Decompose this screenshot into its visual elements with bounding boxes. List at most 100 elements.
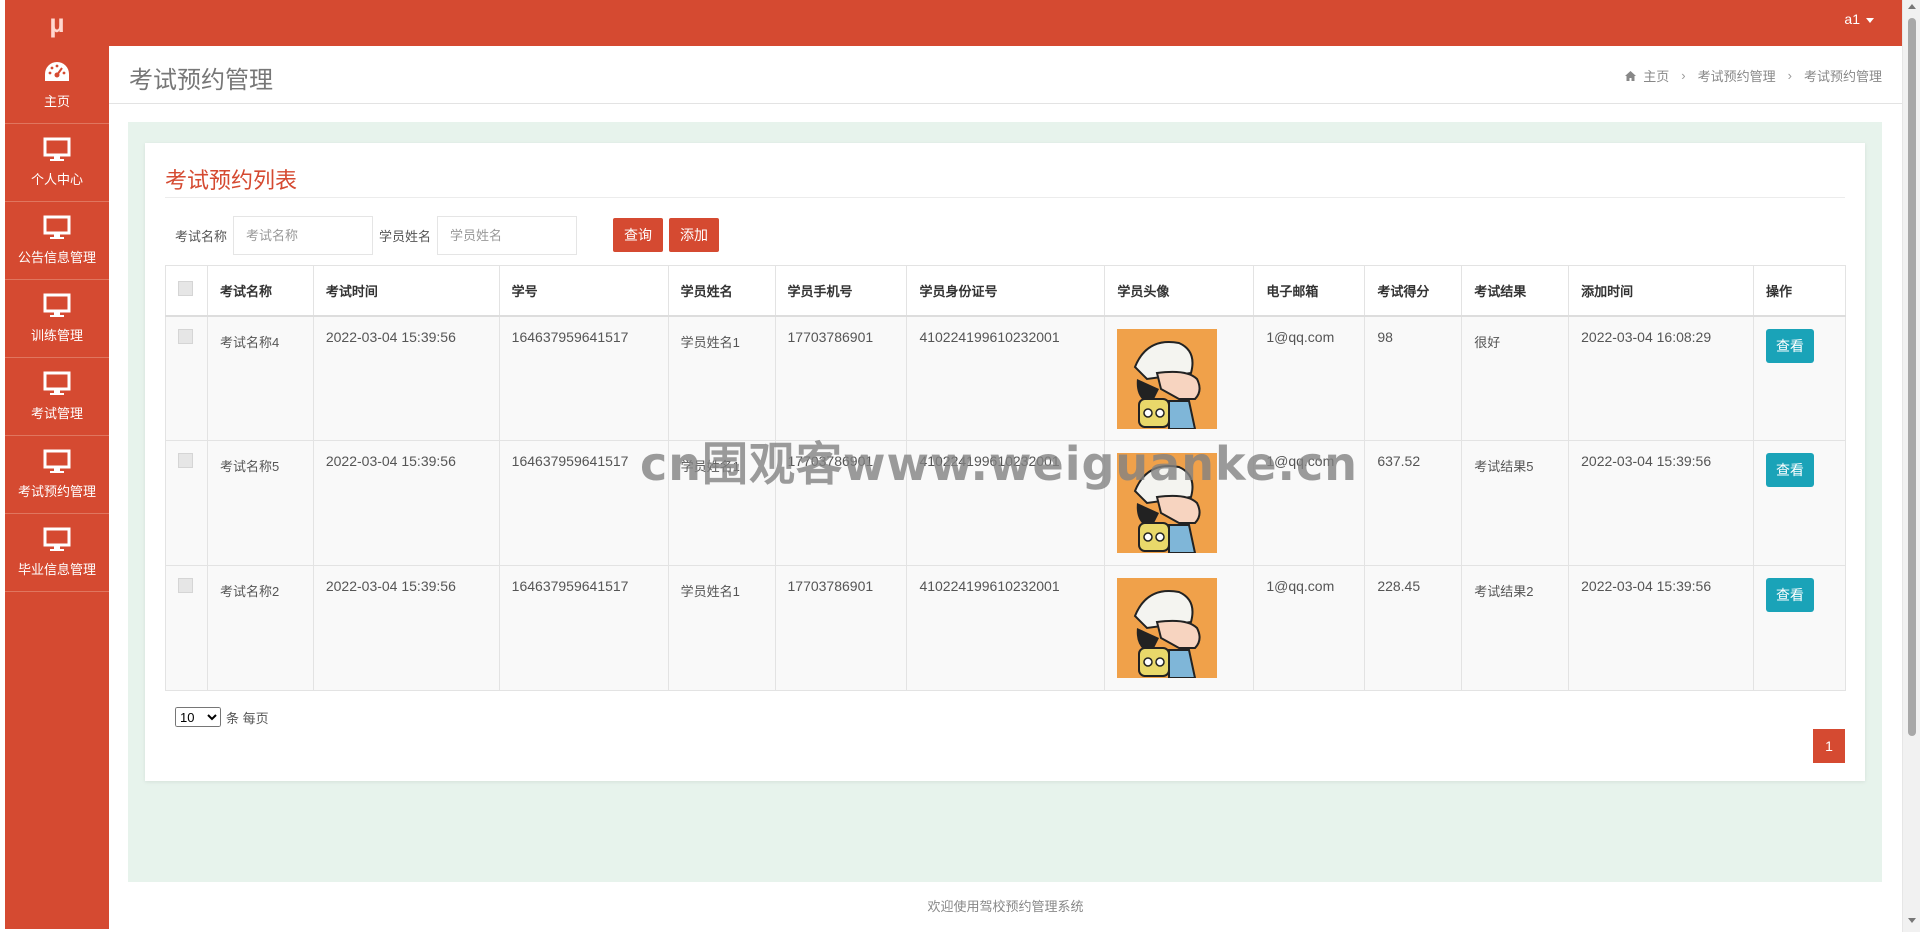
top-navbar: µ a1	[5, 0, 1902, 46]
action-cell: 查看	[1752, 440, 1847, 566]
breadcrumb: 主页 › 考试预约管理 › 考试预约管理	[1624, 66, 1882, 85]
exam-time-cell: 2022-03-04 15:39:56	[312, 440, 500, 566]
row-select-cell	[165, 315, 208, 441]
student-name-label: 学员姓名	[379, 228, 432, 244]
breadcrumb-current: 考试预约管理	[1803, 69, 1882, 84]
action-cell: 查看	[1752, 315, 1847, 441]
monitor-icon	[43, 137, 71, 163]
phone-cell: 17703786901	[774, 315, 908, 441]
sidebar-item-notice[interactable]: 公告信息管理	[5, 202, 109, 280]
select-all-checkbox[interactable]	[178, 281, 193, 297]
vertical-scrollbar[interactable]	[1902, 0, 1920, 932]
phone-cell: 17703786901	[774, 440, 908, 566]
avatar	[1117, 453, 1218, 553]
sidebar-item-profile[interactable]: 个人中心	[5, 124, 109, 202]
scroll-up-icon[interactable]	[1908, 4, 1916, 9]
exam-name-cell: 考试名称2	[206, 565, 314, 691]
column-header[interactable]: 考试得分	[1364, 265, 1463, 317]
page-size-suffix: 条 每页	[226, 710, 269, 726]
email-cell: 1@qq.com	[1253, 565, 1366, 691]
student-no-cell: 164637959641517	[498, 315, 669, 441]
caret-down-icon	[1866, 17, 1874, 23]
sidebar-item-label: 考试管理	[30, 406, 83, 421]
view-button[interactable]: 查看	[1765, 578, 1814, 612]
avatar	[1117, 578, 1218, 678]
student-no-cell: 164637959641517	[498, 565, 669, 691]
result-cell: 考试结果5	[1461, 440, 1570, 566]
monitor-icon	[43, 293, 71, 319]
add-button[interactable]: 添加	[669, 218, 720, 252]
scrollbar-thumb[interactable]	[1908, 18, 1916, 736]
query-button[interactable]: 查询	[613, 218, 664, 252]
avatar-cell	[1104, 565, 1255, 691]
column-header[interactable]: 学员手机号	[774, 265, 908, 317]
page-title: 考试预约管理	[129, 67, 273, 94]
exam-name-input[interactable]	[233, 215, 374, 255]
breadcrumb-home[interactable]: 主页	[1643, 66, 1669, 85]
score-cell: 98	[1364, 315, 1463, 441]
row-select-cell	[165, 565, 208, 691]
column-header: 操作	[1752, 265, 1847, 317]
added-time-cell: 2022-03-04 15:39:56	[1568, 440, 1754, 566]
sidebar-item-graduation[interactable]: 毕业信息管理	[5, 514, 109, 592]
username: a1	[1844, 11, 1860, 27]
exam-name-cell: 考试名称5	[206, 440, 314, 566]
sidebar-item-exam[interactable]: 考试管理	[5, 358, 109, 436]
score-cell: 637.52	[1364, 440, 1463, 566]
id-card-cell: 410224199610232001	[906, 565, 1106, 691]
column-header[interactable]: 学员头像	[1104, 265, 1255, 317]
column-header[interactable]: 学号	[498, 265, 669, 317]
column-header[interactable]: 电子邮箱	[1253, 265, 1366, 317]
breadcrumb-item[interactable]: 考试预约管理	[1698, 66, 1776, 85]
action-cell: 查看	[1752, 565, 1847, 691]
search-form: 考试名称 学员姓名 查询 添加	[175, 215, 720, 255]
phone-cell: 17703786901	[774, 565, 908, 691]
exam-booking-table: 考试名称 考试时间 学号 学员姓名 学员手机号 学员身份证号 学员头像 电子邮箱…	[165, 265, 1847, 691]
column-header[interactable]: 学员姓名	[667, 265, 776, 317]
panel-title: 考试预约列表	[165, 168, 298, 193]
page-header: 考试预约管理 主页 › 考试预约管理 › 考试预约管理	[109, 46, 1902, 104]
added-time-cell: 2022-03-04 15:39:56	[1568, 565, 1754, 691]
exam-name-cell: 考试名称4	[206, 315, 314, 441]
column-header[interactable]: 学员身份证号	[906, 265, 1106, 317]
avatar	[1117, 328, 1218, 429]
email-cell: 1@qq.com	[1253, 315, 1366, 441]
sidebar-item-label: 个人中心	[30, 172, 83, 187]
student-name-cell: 学员姓名1	[667, 440, 776, 566]
home-icon	[1624, 70, 1637, 82]
student-no-cell: 164637959641517	[498, 440, 669, 566]
result-cell: 考试结果2	[1461, 565, 1570, 691]
row-select-cell	[165, 440, 208, 566]
exam-name-label: 考试名称	[175, 228, 228, 244]
id-card-cell: 410224199610232001	[906, 315, 1106, 441]
page-button-current[interactable]: 1	[1813, 729, 1845, 763]
footer: 欢迎使用驾校预约管理系统	[109, 882, 1902, 929]
result-cell: 很好	[1461, 315, 1570, 441]
column-header[interactable]: 添加时间	[1568, 265, 1754, 317]
column-header[interactable]: 考试时间	[312, 265, 500, 317]
column-header[interactable]: 考试名称	[206, 265, 314, 317]
sidebar-item-home[interactable]: 主页	[5, 46, 109, 124]
row-checkbox[interactable]	[178, 328, 193, 344]
column-header[interactable]: 考试结果	[1461, 265, 1570, 317]
row-checkbox[interactable]	[178, 578, 193, 593]
added-time-cell: 2022-03-04 16:08:29	[1568, 315, 1754, 441]
select-all-cell	[165, 265, 208, 317]
sidebar-item-training[interactable]: 训练管理	[5, 280, 109, 358]
monitor-icon	[43, 449, 71, 475]
user-menu[interactable]: a1	[1844, 11, 1874, 27]
exam-time-cell: 2022-03-04 15:39:56	[312, 315, 500, 441]
exam-time-cell: 2022-03-04 15:39:56	[312, 565, 500, 691]
student-name-input[interactable]	[437, 215, 578, 255]
scroll-down-icon[interactable]	[1908, 918, 1916, 923]
chevron-right-icon: ›	[1681, 68, 1686, 83]
view-button[interactable]: 查看	[1765, 453, 1814, 487]
row-checkbox[interactable]	[178, 453, 193, 468]
page-size-select[interactable]: 10	[175, 707, 221, 727]
app-logo[interactable]: µ	[5, 0, 109, 46]
view-button[interactable]: 查看	[1765, 328, 1814, 363]
student-name-cell: 学员姓名1	[667, 315, 776, 441]
sidebar-item-label: 毕业信息管理	[17, 562, 96, 577]
sidebar-item-exam-booking[interactable]: 考试预约管理	[5, 436, 109, 514]
table-header-row: 考试名称 考试时间 学号 学员姓名 学员手机号 学员身份证号 学员头像 电子邮箱…	[165, 265, 1847, 317]
